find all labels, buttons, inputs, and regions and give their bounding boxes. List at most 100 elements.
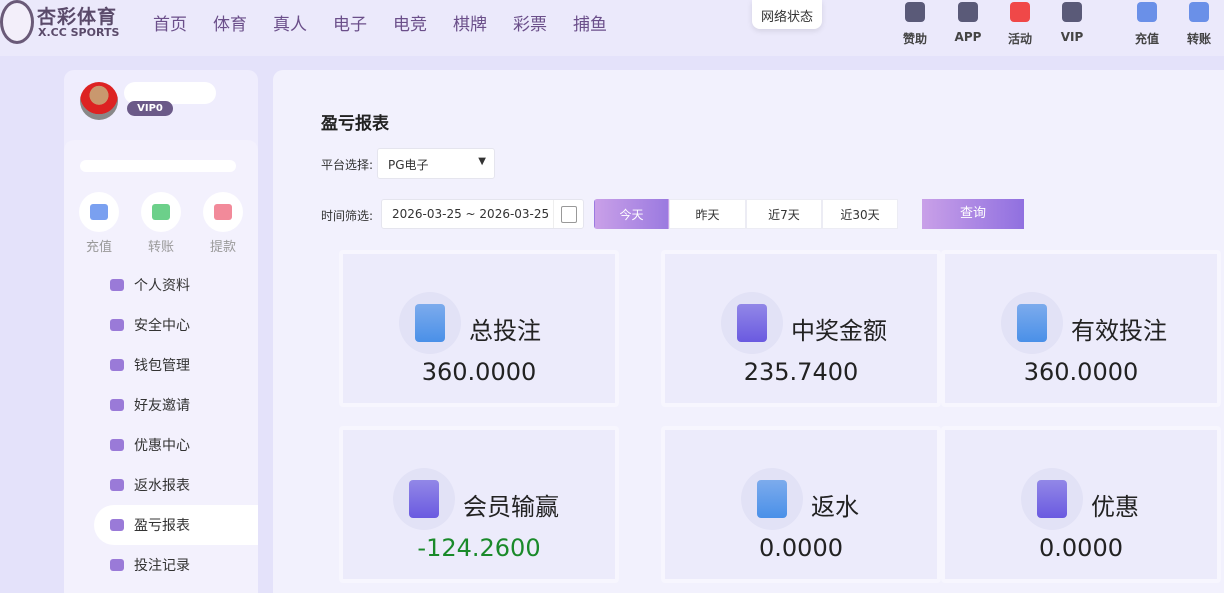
sidebar-item-label: 个人资料 xyxy=(134,278,190,294)
transfer-icon xyxy=(1189,2,1209,22)
nav-cards[interactable]: 棋牌 xyxy=(453,10,513,35)
handshake-icon xyxy=(905,2,925,22)
sidebar-item-label: 好友邀请 xyxy=(134,398,190,414)
receipt-icon xyxy=(1001,292,1063,354)
sidebar-item-profit-report[interactable]: 盈亏报表 xyxy=(94,505,258,545)
logo-subtext: X.CC SPORTS xyxy=(38,26,120,39)
header-action-label: 活动 xyxy=(1007,32,1032,46)
sidebar-menu: 个人资料安全中心钱包管理好友邀请优惠中心返水报表盈亏报表投注记录 xyxy=(94,265,258,585)
date-range-input[interactable]: 2026-03-25 ~ 2026-03-25 xyxy=(381,199,584,229)
nav-slots[interactable]: 电子 xyxy=(333,10,393,35)
page-title: 盈亏报表 xyxy=(321,114,389,134)
tab-today[interactable]: 今天 xyxy=(594,199,669,229)
header-vip-button[interactable]: VIP xyxy=(1049,2,1095,44)
platform-select[interactable]: PG电子 ▼ xyxy=(377,148,495,179)
sidebar-item-security[interactable]: 安全中心 xyxy=(94,305,258,345)
tab-7days[interactable]: 近7天 xyxy=(746,199,822,229)
quick-action-label: 提款 xyxy=(209,240,236,255)
header-action-label: 充值 xyxy=(1134,32,1159,46)
stat-value: 360.0000 xyxy=(421,358,537,386)
stat-value: 360.0000 xyxy=(1023,358,1139,386)
sidebar-item-invite[interactable]: 好友邀请 xyxy=(94,385,258,425)
sidebar-item-label: 返水报表 xyxy=(134,478,190,494)
vip-badge: VIP0 xyxy=(127,101,173,116)
nav-live[interactable]: 真人 xyxy=(273,10,333,35)
user-card-icon xyxy=(393,468,455,530)
profile-icon xyxy=(110,279,124,291)
quick-withdraw-button[interactable]: 提款 xyxy=(203,192,243,255)
wallet-icon xyxy=(79,192,119,232)
wallet-icon xyxy=(110,359,124,371)
stat-value: 235.7400 xyxy=(743,358,859,386)
invite-icon xyxy=(110,399,124,411)
header-action-label: 转账 xyxy=(1186,32,1211,46)
gift-icon xyxy=(1010,2,1030,22)
withdraw-icon xyxy=(203,192,243,232)
transfer-icon xyxy=(141,192,181,232)
range-tabs: 今天 昨天 近7天 近30天 xyxy=(594,199,898,229)
main-panel: 盈亏报表 平台选择: PG电子 ▼ 时间筛选: 2026-03-25 ~ 2026… xyxy=(273,70,1224,593)
platform-label: 平台选择: xyxy=(321,158,374,172)
calendar-icon[interactable] xyxy=(553,200,583,228)
sidebar-item-bet-records[interactable]: 投注记录 xyxy=(94,545,258,585)
stat-card-bonus: 优惠 0.0000 xyxy=(941,426,1221,583)
logo-mark-icon xyxy=(0,0,34,44)
stat-value: -124.2600 xyxy=(417,534,541,562)
caret-down-icon: ▼ xyxy=(478,156,486,167)
quick-transfer-button[interactable]: 转账 xyxy=(141,192,181,255)
promotions-icon xyxy=(110,439,124,451)
hand-coin-icon xyxy=(1021,468,1083,530)
nav-lottery[interactable]: 彩票 xyxy=(513,10,573,35)
stat-name: 有效投注 xyxy=(1071,317,1167,345)
date-range-value: 2026-03-25 ~ 2026-03-25 xyxy=(392,207,550,221)
nav-fishing[interactable]: 捕鱼 xyxy=(573,10,633,35)
avatar[interactable] xyxy=(80,82,118,120)
tab-30days[interactable]: 近30天 xyxy=(822,199,898,229)
quick-action-label: 充值 xyxy=(85,240,112,255)
sidebar-item-label: 钱包管理 xyxy=(134,358,190,374)
trophy-icon xyxy=(721,292,783,354)
stat-name: 中奖金额 xyxy=(791,317,887,345)
nav-esports[interactable]: 电竞 xyxy=(393,10,453,35)
wallet-icon xyxy=(1137,2,1157,22)
main-nav: 首页 体育 真人 电子 电竞 棋牌 彩票 捕鱼 xyxy=(153,10,633,35)
sidebar-item-rebate-report[interactable]: 返水报表 xyxy=(94,465,258,505)
header-deposit-button[interactable]: 充值 xyxy=(1124,2,1170,47)
stat-name: 返水 xyxy=(811,493,859,521)
rebate-report-icon xyxy=(110,479,124,491)
header-action-label: 赞助 xyxy=(902,32,927,46)
sidebar-item-promotions[interactable]: 优惠中心 xyxy=(94,425,258,465)
header-app-button[interactable]: APP xyxy=(945,2,991,44)
logo[interactable]: 杏彩体育 X.CC SPORTS xyxy=(0,0,130,50)
platform-value: PG电子 xyxy=(388,158,429,172)
bet-records-icon xyxy=(110,559,124,571)
diamond-icon xyxy=(1062,2,1082,22)
query-button[interactable]: 查询 xyxy=(922,199,1024,229)
header-transfer-button[interactable]: 转账 xyxy=(1176,2,1222,47)
sidebar-item-wallet[interactable]: 钱包管理 xyxy=(94,345,258,385)
network-status-button[interactable]: 网络状态 xyxy=(752,0,822,29)
time-label: 时间筛选: xyxy=(321,209,374,223)
nav-sports[interactable]: 体育 xyxy=(213,10,273,35)
tab-yesterday[interactable]: 昨天 xyxy=(669,199,746,229)
sidebar-item-profile[interactable]: 个人资料 xyxy=(94,265,258,305)
stat-card-winnings: 中奖金额 235.7400 xyxy=(661,250,941,407)
sidebar-item-label: 盈亏报表 xyxy=(134,518,190,534)
security-icon xyxy=(110,319,124,331)
stat-value: 0.0000 xyxy=(1039,534,1123,562)
profit-report-icon xyxy=(110,519,124,531)
stat-name: 总投注 xyxy=(469,317,541,345)
stat-value: 0.0000 xyxy=(759,534,843,562)
balance-redacted xyxy=(80,160,236,172)
header-promotions-button[interactable]: 活动 xyxy=(997,2,1043,47)
phone-icon xyxy=(958,2,978,22)
sidebar-item-label: 安全中心 xyxy=(134,318,190,334)
sidebar: VIP0 充值 转账 提款 个人资料安全中心钱包管理好友邀请优惠中心返水报表盈亏报表… xyxy=(64,70,258,593)
sidebar-item-label: 投注记录 xyxy=(134,558,190,574)
quick-deposit-button[interactable]: 充值 xyxy=(79,192,119,255)
header-sponsor-button[interactable]: 赞助 xyxy=(892,2,938,47)
logo-text: 杏彩体育 xyxy=(37,6,118,28)
quick-action-label: 转账 xyxy=(147,240,174,255)
nav-home[interactable]: 首页 xyxy=(153,10,213,35)
sidebar-item-label: 优惠中心 xyxy=(134,438,190,454)
